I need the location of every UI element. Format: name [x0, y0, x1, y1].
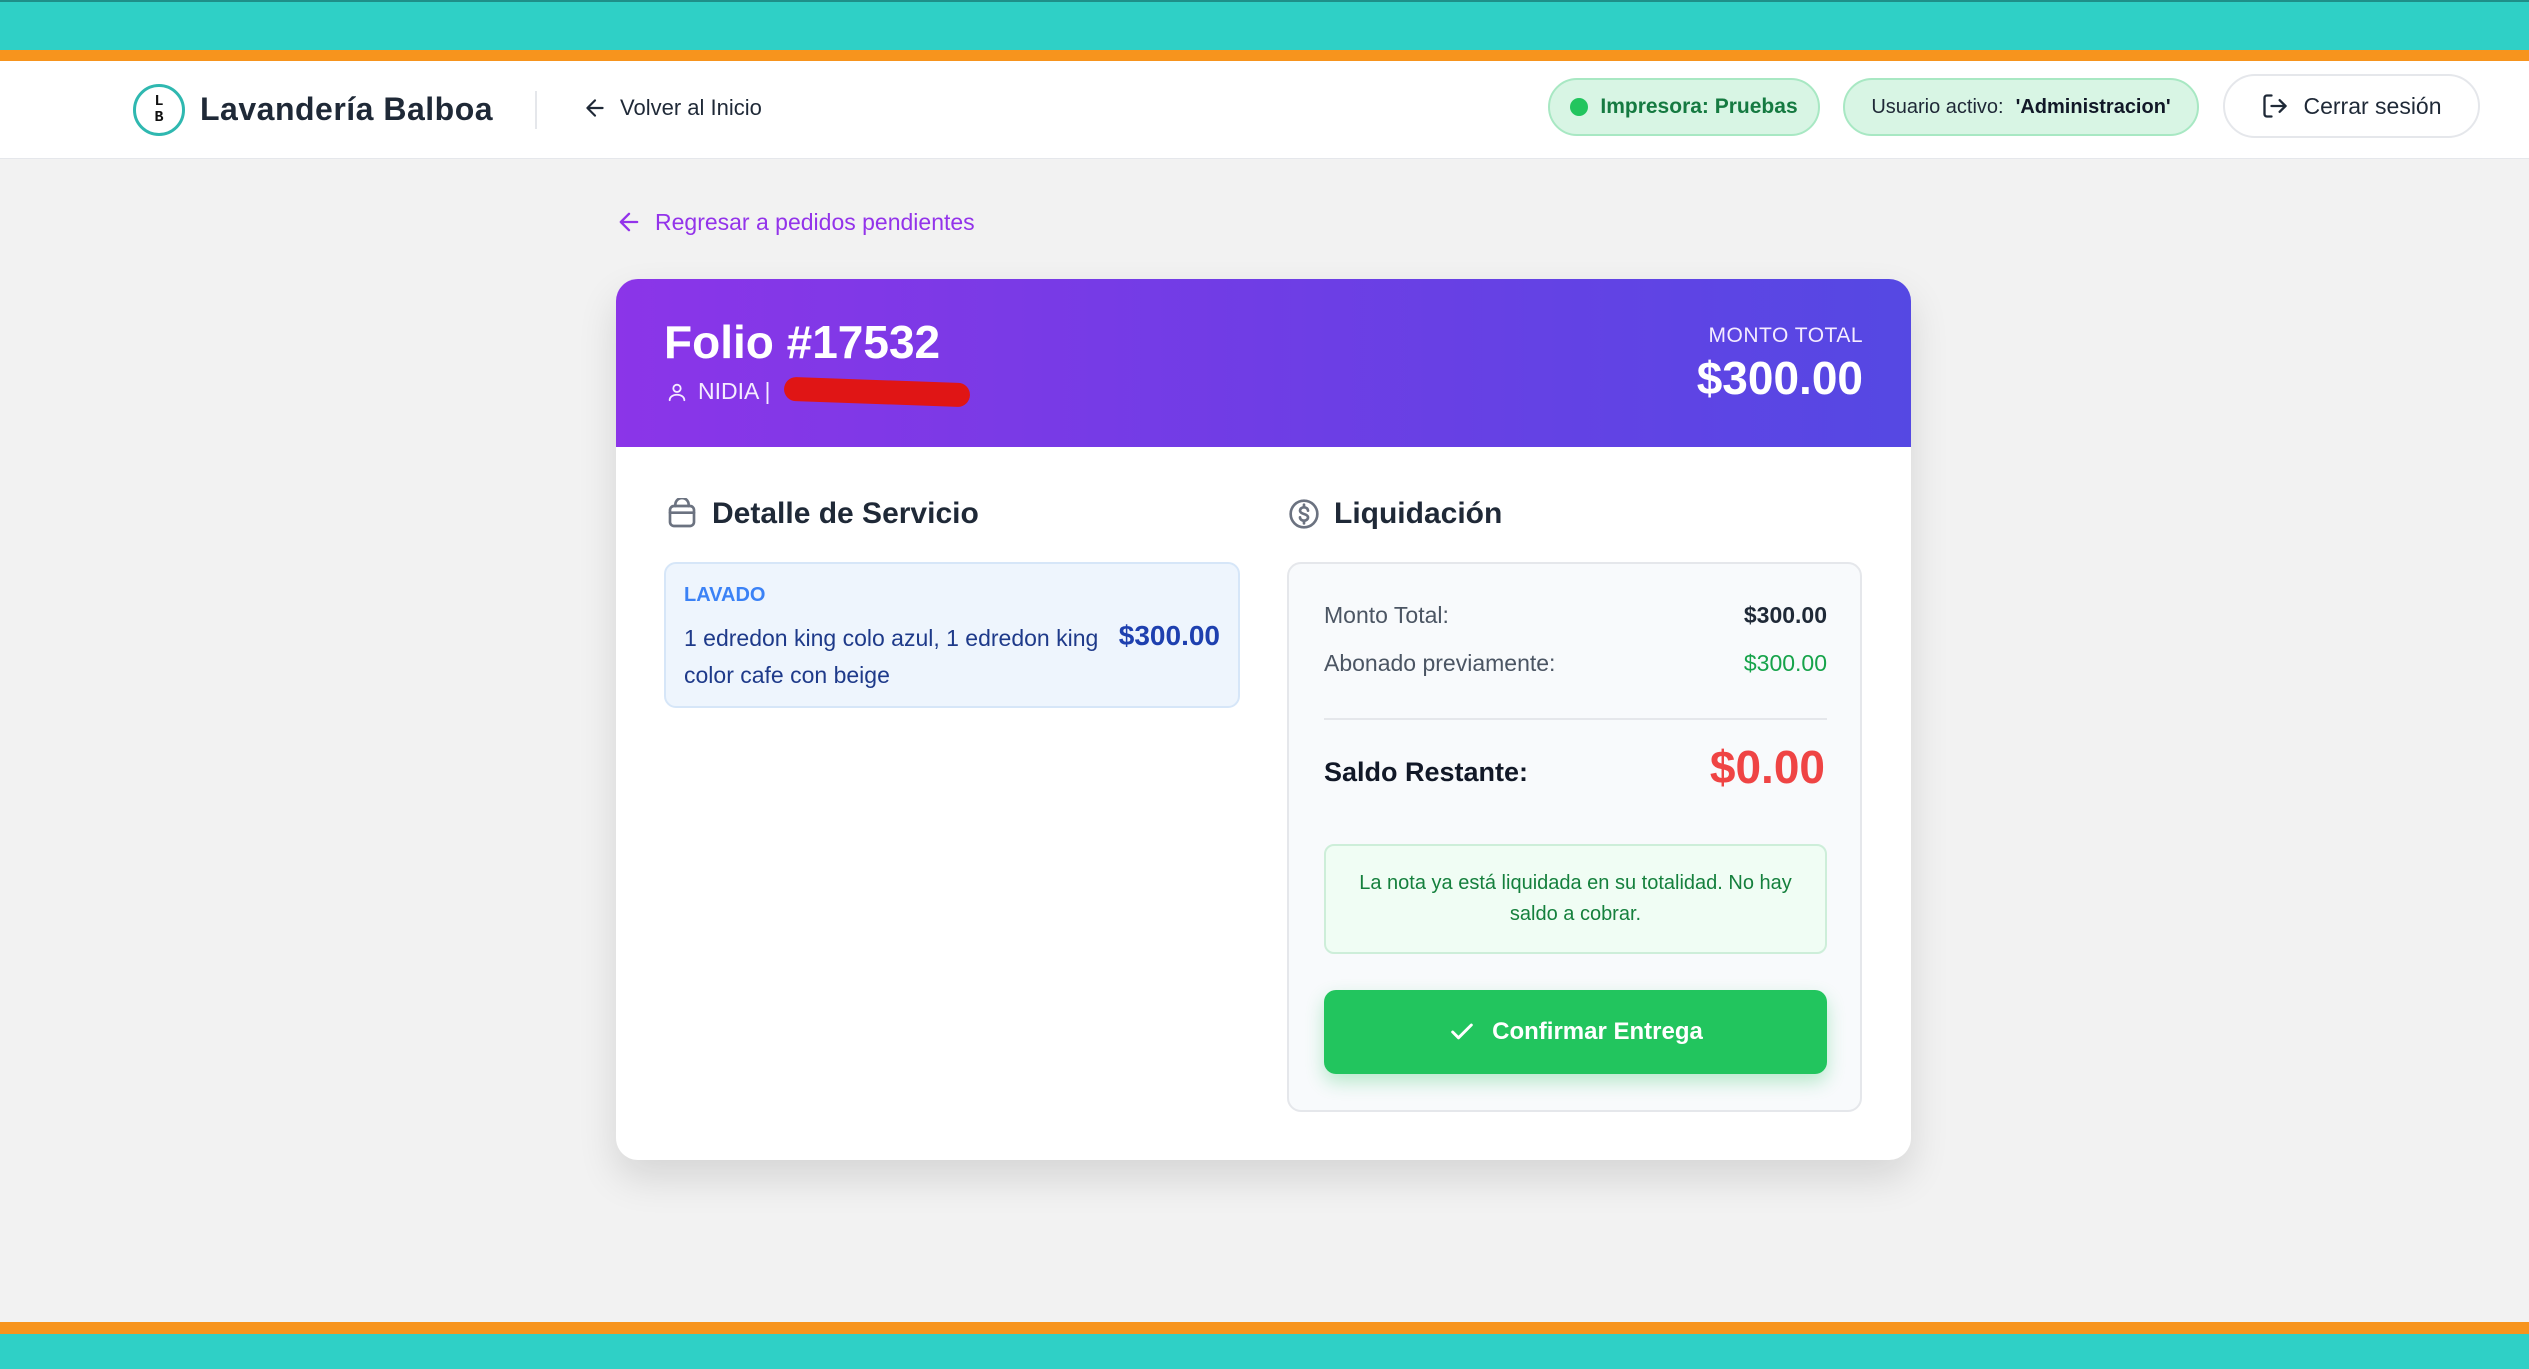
divider [1324, 718, 1827, 720]
customer-name: NIDIA | [698, 378, 771, 404]
redaction-mark [784, 376, 971, 407]
printer-status-badge: Impresora: Pruebas [1548, 78, 1820, 136]
return-pending-link[interactable]: Regresar a pedidos pendientes [615, 208, 975, 236]
paid-row: Abonado previamente: $300.00 [1324, 650, 1827, 677]
total-amount-value: $300.00 [1696, 352, 1863, 404]
service-detail-heading: Detalle de Servicio [666, 497, 979, 531]
active-user-prefix: Usuario activo: [1871, 95, 2004, 118]
user-icon [668, 383, 686, 401]
liquidation-heading: Liquidación [1288, 497, 1502, 531]
logout-button[interactable]: Cerrar sesión [2223, 74, 2480, 138]
bottom-teal-band [0, 1334, 2529, 1369]
customer-info: NIDIA | [666, 376, 971, 407]
paid-in-full-note: La nota ya está liquidada en su totalida… [1324, 844, 1827, 954]
order-folio: Folio #17532 [664, 316, 941, 368]
service-detail-title: Detalle de Servicio [712, 497, 979, 530]
service-type: LAVADO [684, 584, 766, 606]
logout-label: Cerrar sesión [2303, 92, 2442, 119]
monto-total-label: Monto Total: [1324, 602, 1449, 628]
confirm-delivery-label: Confirmar Entrega [1492, 1018, 1703, 1045]
order-card: Folio #17532 NIDIA | MONTO TOTAL $300.00… [616, 279, 1911, 1160]
service-description: 1 edredon king colo azul, 1 edredon king… [684, 625, 1099, 688]
logo-letter-l: L [154, 93, 164, 110]
paid-in-full-text: La nota ya está liquidada en su totalida… [1359, 872, 1792, 925]
total-row: Monto Total: $300.00 [1324, 602, 1827, 629]
liquidation-title: Liquidación [1334, 497, 1503, 530]
abonado-label: Abonado previamente: [1324, 650, 1556, 676]
service-price: $300.00 [1118, 620, 1220, 651]
status-dot-icon [1570, 98, 1589, 116]
confirm-delivery-button[interactable]: Confirmar Entrega [1324, 990, 1827, 1074]
abonado-value: $300.00 [1743, 650, 1827, 676]
active-user-badge: Usuario activo: 'Administracion' [1843, 78, 2199, 136]
printer-status-label: Impresora: Pruebas [1600, 95, 1798, 118]
basket-icon [668, 498, 696, 528]
return-pending-label: Regresar a pedidos pendientes [655, 208, 975, 235]
saldo-label: Saldo Restante: [1324, 757, 1529, 787]
logo: L B [133, 84, 185, 136]
saldo-value: $0.00 [1709, 741, 1825, 793]
arrow-left-icon [619, 212, 639, 232]
bottom-orange-band [0, 1322, 2529, 1334]
logo-letter-b: B [154, 109, 164, 126]
header-divider [535, 91, 537, 129]
top-teal-band [0, 0, 2529, 50]
service-item: LAVADO 1 edredon king colo azul, 1 edred… [664, 562, 1240, 708]
arrow-left-icon [586, 99, 604, 117]
app-header: L B Lavandería Balboa Volver al Inicio I… [0, 61, 2529, 159]
total-amount-label: MONTO TOTAL [1708, 324, 1863, 347]
liquidation-panel: Monto Total: $300.00 Abonado previamente… [1287, 562, 1862, 1112]
active-user-name: 'Administracion' [2015, 95, 2171, 118]
monto-total-value: $300.00 [1743, 602, 1827, 628]
back-home-label: Volver al Inicio [620, 95, 762, 120]
top-orange-band [0, 50, 2529, 61]
logout-icon [2263, 94, 2288, 118]
brand-name: Lavandería Balboa [200, 91, 494, 127]
check-icon [1451, 1023, 1473, 1040]
order-card-header: Folio #17532 NIDIA | MONTO TOTAL $300.00 [616, 279, 1911, 447]
back-home-link[interactable]: Volver al Inicio [582, 95, 762, 121]
dollar-circle-icon [1289, 499, 1319, 529]
